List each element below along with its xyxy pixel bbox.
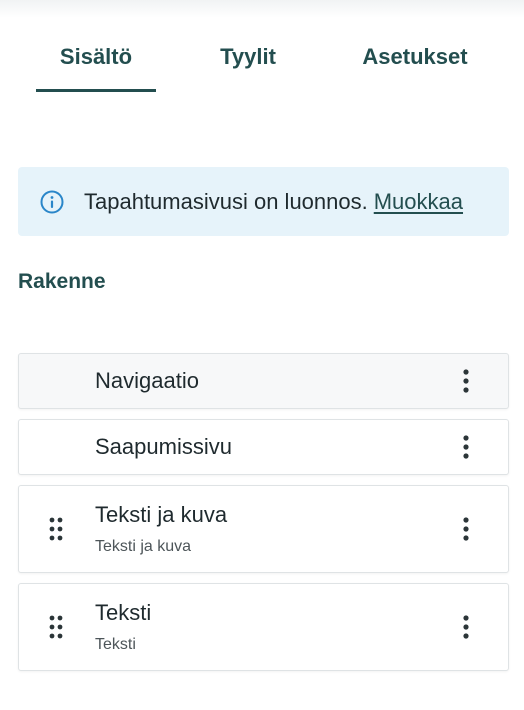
tab-label: Sisältö xyxy=(59,44,133,69)
draft-notice: Tapahtumasivusi on luonnos. Muokkaa xyxy=(18,167,509,236)
active-tab-indicator xyxy=(36,89,156,92)
more-vertical-icon[interactable] xyxy=(462,517,470,541)
more-vertical-icon[interactable] xyxy=(462,615,470,639)
tab-label: Tyylit xyxy=(220,44,276,69)
tab-label: Asetukset xyxy=(362,44,468,69)
item-sublabel: Teksti xyxy=(95,636,136,653)
tab-sisalto[interactable]: Sisältö xyxy=(36,44,156,92)
info-icon xyxy=(40,190,64,213)
item-label: Navigaatio xyxy=(95,368,199,393)
structure-item-saapumissivu[interactable]: Saapumissivu xyxy=(18,419,509,475)
edit-link[interactable]: Muokkaa xyxy=(374,189,463,215)
item-label: Saapumissivu xyxy=(95,434,232,459)
structure-item-teksti-ja-kuva[interactable]: Teksti ja kuva Teksti ja kuva xyxy=(18,485,509,573)
tab-bar: Sisältö Tyylit Asetukset xyxy=(0,36,524,92)
more-vertical-icon[interactable] xyxy=(462,369,470,393)
top-shade xyxy=(0,0,524,18)
item-sublabel: Teksti ja kuva xyxy=(95,538,192,555)
structure-item-navigaatio[interactable]: Navigaatio xyxy=(18,353,509,409)
tab-tyylit[interactable]: Tyylit xyxy=(188,44,308,92)
item-label: Teksti xyxy=(95,600,152,625)
drag-handle-icon[interactable] xyxy=(49,517,63,541)
section-title: Rakenne xyxy=(18,270,106,293)
more-vertical-icon[interactable] xyxy=(462,435,470,459)
item-label: Teksti ja kuva xyxy=(95,502,228,527)
drag-handle-icon[interactable] xyxy=(49,615,63,639)
tab-asetukset[interactable]: Asetukset xyxy=(340,44,490,92)
structure-item-teksti[interactable]: Teksti Teksti xyxy=(18,583,509,671)
notice-text: Tapahtumasivusi on luonnos. xyxy=(84,188,368,214)
